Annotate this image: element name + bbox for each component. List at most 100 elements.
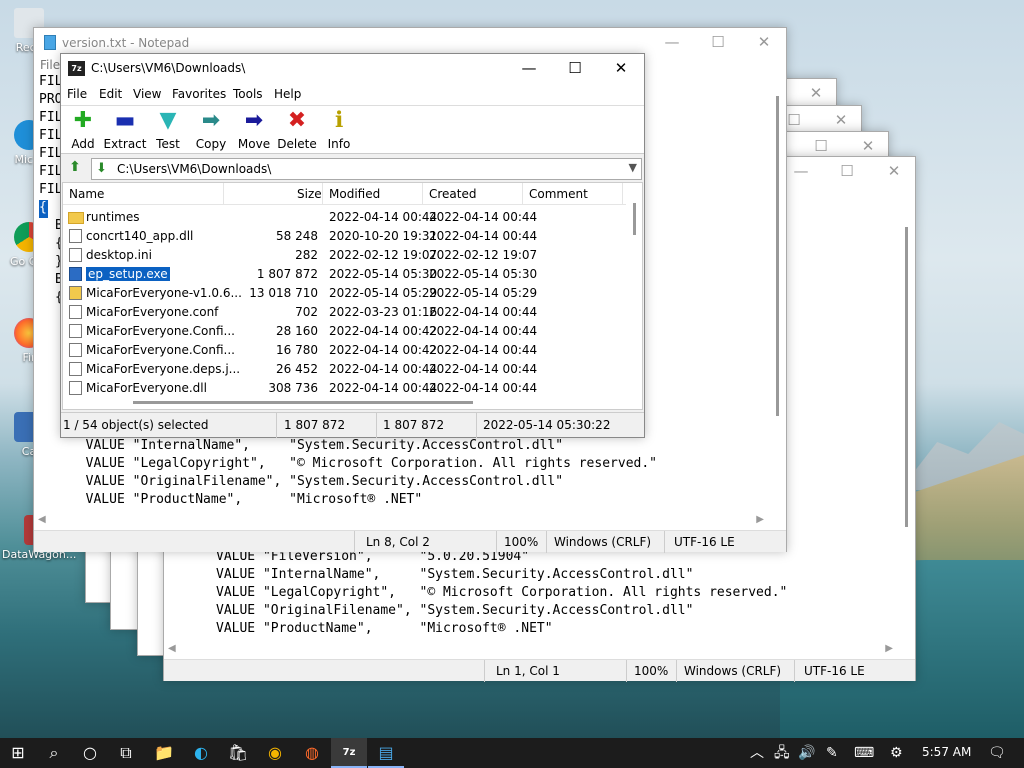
vertical-scrollbar[interactable] <box>626 183 642 409</box>
notifications-icon[interactable]: 🗨 <box>988 738 1006 768</box>
column-separator[interactable] <box>223 183 224 205</box>
notepad-icon <box>44 35 56 50</box>
address-combobox[interactable]: ⬇ C:\Users\VM6\Downloads\ ▼ <box>91 158 642 180</box>
add-button[interactable]: ✚ Add <box>61 108 105 151</box>
7zip-toolbar: ✚ Add ▬ Extract ▼ Test ➡ Copy ➡ Move ✖ D… <box>61 106 644 154</box>
column-separator[interactable] <box>622 183 623 205</box>
status-separator <box>664 531 665 553</box>
file-row[interactable]: MicaForEveryone.Confi... 16 780 2022-04-14… <box>63 341 628 360</box>
scroll-left-icon[interactable]: ◀ <box>38 514 46 525</box>
file-size: 282 <box>295 248 318 262</box>
test-button[interactable]: ▼ Test <box>146 108 190 151</box>
7zip-window[interactable]: 7z C:\Users\VM6\Downloads\ — ☐ ✕ File Ed… <box>60 53 645 438</box>
volume-icon[interactable]: 🔊 <box>798 738 815 768</box>
edge-icon[interactable]: ◐ <box>183 738 219 768</box>
menu-help[interactable]: Help <box>274 87 301 101</box>
file-explorer-icon[interactable]: 📁 <box>146 738 182 768</box>
column-modified[interactable]: Modified <box>329 187 380 201</box>
maximize-icon[interactable]: ☐ <box>695 28 741 58</box>
status-packed-size: 1 807 872 <box>383 418 445 432</box>
minimize-icon[interactable]: — <box>649 28 695 58</box>
column-separator[interactable] <box>322 183 323 205</box>
file-row[interactable]: concrt140_app.dll 58 248 2020-10-20 19:31 2… <box>63 227 628 246</box>
chrome-icon[interactable]: ◉ <box>257 738 293 768</box>
file-list[interactable]: Name Size Modified Created Comment runti… <box>62 182 643 410</box>
folder-icon <box>68 212 84 224</box>
menu-view[interactable]: View <box>133 87 161 101</box>
menu-edit[interactable]: Edit <box>99 87 122 101</box>
folder-up-icon[interactable]: ⬆ <box>65 159 85 179</box>
file-row[interactable]: MicaForEveryone.deps.j... 26 452 2022-04-1… <box>63 360 628 379</box>
file-row[interactable]: MicaForEveryone.conf 702 2022-03-23 01:16 2… <box>63 303 628 322</box>
minimize-icon[interactable]: — <box>506 54 552 84</box>
horizontal-scrollbar[interactable]: ◀ ▶ <box>164 641 899 659</box>
scroll-thumb[interactable] <box>133 401 473 404</box>
window-title: C:\Users\VM6\Downloads\ <box>91 61 246 75</box>
scroll-thumb[interactable] <box>776 96 779 416</box>
keyboard-icon[interactable]: ⌨ <box>854 738 874 768</box>
file-name: concrt140_app.dll <box>86 229 194 243</box>
close-icon[interactable]: ✕ <box>871 157 917 187</box>
file-row[interactable]: runtimes 2022-04-14 00:44 2022-04-14 00:44 <box>63 208 628 227</box>
file-created: 2022-04-14 00:44 <box>429 229 538 243</box>
7zip-taskbar-icon[interactable]: 7z <box>331 738 367 768</box>
file-size: 58 248 <box>276 229 318 243</box>
search-icon[interactable]: ⌕ <box>36 738 72 768</box>
file-modified: 2022-04-14 00:42 <box>329 324 438 338</box>
pen-icon[interactable]: ✎ <box>826 738 838 768</box>
menu-favorites[interactable]: Favorites <box>172 87 226 101</box>
network-icon[interactable]: 🖧 <box>774 738 790 768</box>
cortana-icon[interactable]: ○ <box>72 738 108 768</box>
column-comment[interactable]: Comment <box>529 187 588 201</box>
menu-tools[interactable]: Tools <box>233 87 263 101</box>
status-eol: Windows (CRLF) <box>684 664 782 678</box>
clock[interactable]: 5:57 AM <box>922 745 971 759</box>
scroll-left-icon[interactable]: ◀ <box>168 643 176 654</box>
status-encoding: UTF-16 LE <box>674 535 735 549</box>
extract-button[interactable]: ▬ Extract <box>103 108 147 151</box>
info-button[interactable]: ℹ Info <box>317 108 361 151</box>
file-row[interactable]: ep_setup.exe 1 807 872 2022-05-14 05:30 202… <box>63 265 628 284</box>
column-name[interactable]: Name <box>69 187 104 201</box>
file-size: 1 807 872 <box>256 267 318 281</box>
horizontal-scrollbar[interactable] <box>63 395 628 409</box>
column-separator[interactable] <box>522 183 523 205</box>
column-size[interactable]: Size <box>297 187 322 201</box>
copy-button[interactable]: ➡ Copy <box>189 108 233 151</box>
notepad-text-area[interactable]: VALUE "FileVersion", "5.0.20.51904" VALU… <box>216 549 897 639</box>
menu-file[interactable]: File <box>67 87 87 101</box>
close-icon[interactable]: ✕ <box>741 28 787 58</box>
notepad-taskbar-icon[interactable]: ▤ <box>368 738 404 768</box>
7zip-titlebar[interactable]: 7z C:\Users\VM6\Downloads\ — ☐ ✕ <box>61 54 644 84</box>
maximize-icon[interactable]: ☐ <box>552 54 598 84</box>
maximize-icon[interactable]: ☐ <box>824 157 870 187</box>
7zip-menubar: File Edit View Favorites Tools Help <box>61 84 644 106</box>
store-icon[interactable]: 🛍 <box>220 738 256 768</box>
task-view-icon[interactable]: ⧉ <box>108 738 144 768</box>
menu-file[interactable]: File <box>40 58 60 72</box>
scroll-thumb[interactable] <box>905 227 908 527</box>
file-row[interactable]: desktop.ini 282 2022-02-12 19:07 2022-02-12… <box>63 246 628 265</box>
start-button-icon[interactable]: ⊞ <box>0 738 36 768</box>
firefox-icon[interactable]: ◍ <box>294 738 330 768</box>
close-icon[interactable]: ✕ <box>598 54 644 84</box>
scroll-right-icon[interactable]: ▶ <box>885 643 893 654</box>
file-size: 16 780 <box>276 343 318 357</box>
scroll-thumb[interactable] <box>633 203 636 235</box>
horizontal-scrollbar[interactable]: ◀ ▶ <box>34 512 770 530</box>
vertical-scrollbar[interactable] <box>897 207 915 647</box>
test-icon: ▼ <box>159 108 177 133</box>
file-row[interactable]: MicaForEveryone-v1.0.6... 13 018 710 2022-… <box>63 284 628 303</box>
settings-icon[interactable]: ⚙ <box>890 738 903 768</box>
chevron-up-icon[interactable]: ︿ <box>750 738 764 768</box>
column-created[interactable]: Created <box>429 187 477 201</box>
delete-button[interactable]: ✖ Delete <box>275 108 319 151</box>
scroll-right-icon[interactable]: ▶ <box>756 514 764 525</box>
file-row[interactable]: MicaForEveryone.Confi... 28 160 2022-04-14… <box>63 322 628 341</box>
notepad-text-area[interactable]: VALUE "InternalName", "System.Security.A… <box>70 438 768 510</box>
status-separator <box>376 413 377 438</box>
column-separator[interactable] <box>422 183 423 205</box>
move-button[interactable]: ➡ Move <box>232 108 276 151</box>
vertical-scrollbar[interactable] <box>768 78 786 512</box>
chevron-down-icon[interactable]: ▼ <box>629 161 637 174</box>
